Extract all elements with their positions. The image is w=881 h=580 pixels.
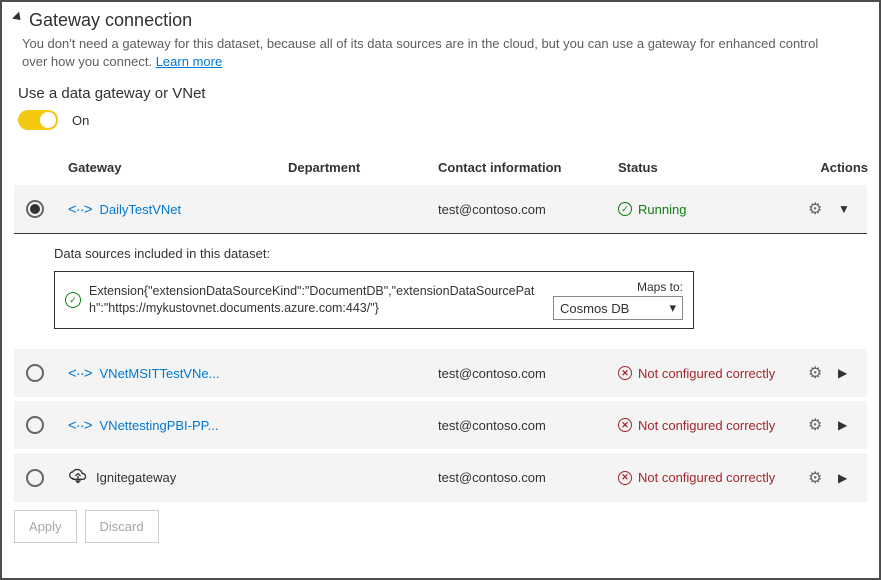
gateway-name[interactable]: Ignitegateway [96, 470, 176, 485]
gateway-name[interactable]: VNettestingPBI-PP... [100, 418, 219, 433]
radio-select[interactable] [26, 364, 44, 382]
collapse-caret-icon[interactable] [12, 12, 27, 27]
col-gateway: Gateway [68, 160, 288, 175]
gateway-row[interactable]: <··> DailyTestVNet test@contoso.com ✓ Ru… [14, 185, 867, 233]
gateway-name[interactable]: DailyTestVNet [100, 202, 182, 217]
gateway-name[interactable]: VNetMSITTestVNe... [100, 366, 220, 381]
gateway-status: ✓ Running [618, 202, 808, 217]
status-text: Not configured correctly [638, 418, 775, 433]
col-contact: Contact information [438, 160, 618, 175]
vnet-icon: <··> [68, 201, 92, 218]
gateway-row[interactable]: Ignitegateway test@contoso.com ✕ Not con… [14, 453, 867, 502]
maps-to-label: Maps to: [637, 280, 683, 294]
gateway-status: ✕ Not configured correctly [618, 470, 808, 485]
status-text: Running [638, 202, 686, 217]
col-status: Status [618, 160, 808, 175]
apply-button[interactable]: Apply [14, 510, 77, 543]
section-description: You don't need a gateway for this datase… [22, 35, 842, 71]
gateway-contact: test@contoso.com [438, 470, 618, 485]
gateway-row[interactable]: <··> VNettestingPBI-PP... test@contoso.c… [14, 401, 867, 449]
gateway-row[interactable]: <··> VNetMSITTestVNe... test@contoso.com… [14, 349, 867, 397]
chevron-down-icon: ▾ [669, 300, 676, 316]
check-circle-icon: ✓ [618, 202, 632, 216]
gear-icon[interactable]: ⚙ [808, 199, 838, 219]
gateway-status: ✕ Not configured correctly [618, 418, 808, 433]
column-headers: Gateway Department Contact information S… [14, 150, 867, 185]
maps-to-select[interactable]: Cosmos DB ▾ [553, 296, 683, 320]
gear-icon[interactable]: ⚙ [808, 415, 838, 435]
chevron-right-icon[interactable]: ▶ [838, 418, 868, 432]
status-text: Not configured correctly [638, 470, 775, 485]
datasource-text: Extension{"extensionDataSourceKind":"Doc… [89, 283, 535, 318]
radio-select[interactable] [26, 469, 44, 487]
gateway-toggle-label: On [72, 113, 89, 128]
gateway-subhead: Use a data gateway or VNet [18, 85, 867, 102]
gateway-contact: test@contoso.com [438, 202, 618, 217]
radio-select[interactable] [26, 200, 44, 218]
learn-more-link[interactable]: Learn more [156, 54, 222, 69]
x-circle-icon: ✕ [618, 418, 632, 432]
section-header[interactable]: Gateway connection [14, 10, 867, 31]
description-text: You don't need a gateway for this datase… [22, 36, 818, 69]
status-text: Not configured correctly [638, 366, 775, 381]
chevron-right-icon[interactable]: ▶ [838, 366, 868, 380]
radio-select[interactable] [26, 416, 44, 434]
datasource-label: Data sources included in this dataset: [54, 246, 855, 261]
gateway-status: ✕ Not configured correctly [618, 366, 808, 381]
gateway-toggle[interactable] [18, 110, 58, 130]
check-circle-icon: ✓ [65, 292, 81, 308]
chevron-right-icon[interactable]: ▶ [838, 471, 868, 485]
col-department: Department [288, 160, 438, 175]
discard-button[interactable]: Discard [85, 510, 159, 543]
section-title: Gateway connection [29, 10, 192, 31]
x-circle-icon: ✕ [618, 366, 632, 380]
gear-icon[interactable]: ⚙ [808, 468, 838, 488]
chevron-down-icon[interactable]: ▼ [838, 202, 868, 216]
gear-icon[interactable]: ⚙ [808, 363, 838, 383]
cloud-gateway-icon [68, 467, 88, 488]
col-actions: Actions [808, 160, 868, 175]
vnet-icon: <··> [68, 365, 92, 382]
datasource-box: ✓ Extension{"extensionDataSourceKind":"D… [54, 271, 694, 329]
vnet-icon: <··> [68, 417, 92, 434]
datasource-panel: Data sources included in this dataset: ✓… [14, 233, 867, 345]
gateway-contact: test@contoso.com [438, 366, 618, 381]
maps-to-value: Cosmos DB [560, 301, 629, 316]
x-circle-icon: ✕ [618, 471, 632, 485]
gateway-contact: test@contoso.com [438, 418, 618, 433]
